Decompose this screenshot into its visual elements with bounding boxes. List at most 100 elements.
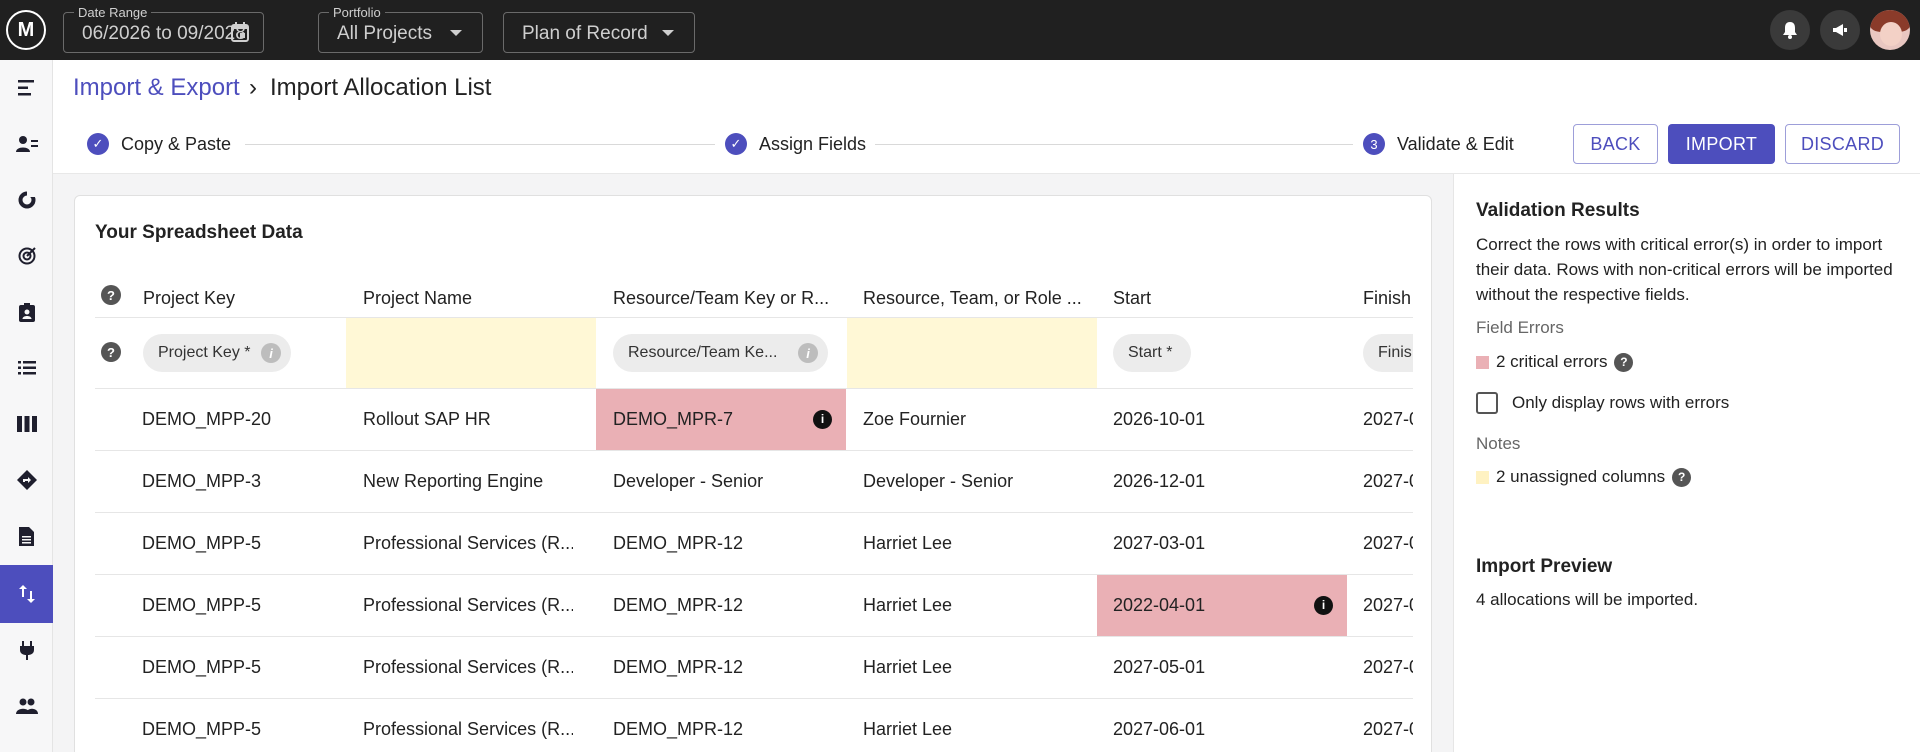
table-row[interactable]: DEMO_MPP-20 Rollout SAP HR DEMO_MPR-7 i … <box>95 389 1413 451</box>
cell-project-key[interactable]: DEMO_MPP-20 <box>142 389 342 450</box>
app-logo[interactable]: M <box>6 10 46 50</box>
cell-finish[interactable]: 2027-0 <box>1363 389 1413 450</box>
list-icon[interactable] <box>0 344 53 392</box>
cell-resource-name[interactable]: Harriet Lee <box>863 699 1093 752</box>
unassigned-column-cell[interactable] <box>847 318 1097 388</box>
only-errors-checkbox[interactable] <box>1476 392 1498 414</box>
cell-finish[interactable]: 2027-0 <box>1363 513 1413 574</box>
cell-resource-name[interactable]: Harriet Lee <box>863 513 1093 574</box>
plan-select[interactable]: Plan of Record <box>503 12 695 53</box>
cell-resource-key[interactable]: DEMO_MPR-12 <box>613 699 843 752</box>
cell-resource-key[interactable]: DEMO_MPR-12 <box>613 575 843 636</box>
cell-resource-name[interactable]: Harriet Lee <box>863 637 1093 698</box>
users-icon[interactable] <box>0 682 53 730</box>
info-icon[interactable]: i <box>813 410 832 429</box>
avatar[interactable] <box>1870 10 1910 50</box>
columns-icon[interactable] <box>0 400 53 448</box>
clipboard-user-icon[interactable] <box>0 288 53 336</box>
cell-project-name[interactable]: Professional Services (R... <box>363 575 573 636</box>
unassigned-row: 2 unassigned columns ? <box>1476 467 1692 487</box>
donut-chart-icon[interactable] <box>0 176 53 224</box>
cell-finish[interactable]: 2027-0 <box>1363 451 1413 512</box>
table-row[interactable]: DEMO_MPP-5 Professional Services (R... D… <box>95 513 1413 575</box>
step-assign-fields: ✓ Assign Fields <box>725 133 866 155</box>
critical-errors-text: 2 critical errors <box>1496 352 1608 371</box>
user-list-icon[interactable] <box>0 120 53 168</box>
field-chip[interactable]: Project Key * i <box>143 334 291 372</box>
notes-label: Notes <box>1476 434 1521 453</box>
cell-resource-key[interactable]: DEMO_MPR-12 <box>613 513 843 574</box>
table-row[interactable]: DEMO_MPP-5 Professional Services (R... D… <box>95 637 1413 699</box>
help-icon[interactable]: ? <box>101 342 121 362</box>
cell-resource-key[interactable]: DEMO_MPR-12 <box>613 637 843 698</box>
field-chip[interactable]: Finis <box>1363 334 1413 372</box>
unassigned-text: 2 unassigned columns <box>1496 467 1666 486</box>
table-row[interactable]: DEMO_MPP-5 Professional Services (R... D… <box>95 575 1413 637</box>
help-icon[interactable]: ? <box>1672 467 1692 487</box>
error-cell[interactable]: DEMO_MPR-7 i <box>596 389 846 450</box>
card-title: Your Spreadsheet Data <box>95 222 303 243</box>
diamond-direction-icon[interactable] <box>0 456 53 504</box>
validation-description: Correct the rows with critical error(s) … <box>1476 235 1893 304</box>
document-icon[interactable] <box>0 512 53 560</box>
cell-project-name[interactable]: Rollout SAP HR <box>363 389 573 450</box>
cell-project-name[interactable]: Professional Services (R... <box>363 699 573 752</box>
cell-project-key[interactable]: DEMO_MPP-5 <box>142 575 342 636</box>
unassigned-column-cell[interactable] <box>346 318 596 388</box>
bell-icon[interactable] <box>1770 10 1810 50</box>
target-icon[interactable] <box>0 232 53 280</box>
cell-project-key[interactable]: DEMO_MPP-5 <box>142 513 342 574</box>
table-row[interactable]: DEMO_MPP-5 Professional Services (R... D… <box>95 699 1413 752</box>
info-icon[interactable]: i <box>798 343 818 363</box>
field-chip-label: Project Key * <box>158 344 251 361</box>
help-icon[interactable]: ? <box>1614 352 1634 372</box>
cell-resource-name[interactable]: Developer - Senior <box>863 451 1093 512</box>
cell-resource-name[interactable]: Harriet Lee <box>863 575 1093 636</box>
cell-finish[interactable]: 2027-0 <box>1363 575 1413 636</box>
calendar-icon[interactable] <box>231 22 249 47</box>
field-assignment-row: ? Project Key * i Resource/Team Ke... i … <box>95 318 1413 389</box>
import-button[interactable]: IMPORT <box>1668 124 1775 164</box>
cell-start[interactable]: 2026-10-01 <box>1113 389 1313 450</box>
cell-project-key[interactable]: DEMO_MPP-3 <box>142 451 342 512</box>
table-row[interactable]: DEMO_MPP-3 New Reporting Engine Develope… <box>95 451 1413 513</box>
menu-collapse-icon[interactable] <box>0 64 53 112</box>
portfolio-value: All Projects <box>337 23 433 44</box>
only-errors-toggle[interactable]: Only display rows with errors <box>1476 392 1729 414</box>
discard-button[interactable]: DISCARD <box>1785 124 1900 164</box>
cell-project-name[interactable]: New Reporting Engine <box>363 451 573 512</box>
info-icon[interactable]: i <box>1314 596 1333 615</box>
error-cell[interactable]: 2022-04-01 i <box>1097 575 1347 636</box>
column-header: Project Name <box>363 288 473 308</box>
cell-project-key[interactable]: DEMO_MPP-5 <box>142 699 342 752</box>
error-swatch <box>1476 355 1489 369</box>
column-header: Project Key <box>143 288 236 308</box>
info-icon[interactable]: i <box>261 343 281 363</box>
field-chip[interactable]: Start * <box>1113 334 1191 372</box>
portfolio-select[interactable]: Portfolio All Projects <box>318 5 483 53</box>
validation-title: Validation Results <box>1476 200 1640 221</box>
step-connector <box>875 144 1353 145</box>
help-icon[interactable]: ? <box>101 285 121 305</box>
step-number: 3 <box>1363 133 1385 155</box>
cell-finish[interactable]: 2027-0 <box>1363 637 1413 698</box>
table-header-row: ? Project Key Project Name Resource/Team… <box>95 274 1413 318</box>
cell-resource-name[interactable]: Zoe Fournier <box>863 389 1093 450</box>
field-chip[interactable]: Resource/Team Ke... i <box>613 334 828 372</box>
cell-start[interactable]: 2026-12-01 <box>1113 451 1313 512</box>
cell-project-key[interactable]: DEMO_MPP-5 <box>142 637 342 698</box>
cell-finish[interactable]: 2027-0 <box>1363 699 1413 752</box>
cell-start[interactable]: 2027-05-01 <box>1113 637 1313 698</box>
megaphone-icon[interactable] <box>1820 10 1860 50</box>
cell-resource-key[interactable]: Developer - Senior <box>613 451 843 512</box>
breadcrumb-parent-link[interactable]: Import & Export <box>73 74 240 102</box>
column-header: Finish <box>1363 288 1412 308</box>
cell-project-name[interactable]: Professional Services (R... <box>363 513 573 574</box>
plug-icon[interactable] <box>0 626 53 674</box>
back-button[interactable]: BACK <box>1573 124 1658 164</box>
import-export-icon[interactable] <box>0 565 53 623</box>
cell-start[interactable]: 2027-06-01 <box>1113 699 1313 752</box>
cell-start[interactable]: 2027-03-01 <box>1113 513 1313 574</box>
date-range-field[interactable]: Date Range 06/2026 to 09/2028 <box>63 5 264 53</box>
cell-project-name[interactable]: Professional Services (R... <box>363 637 573 698</box>
